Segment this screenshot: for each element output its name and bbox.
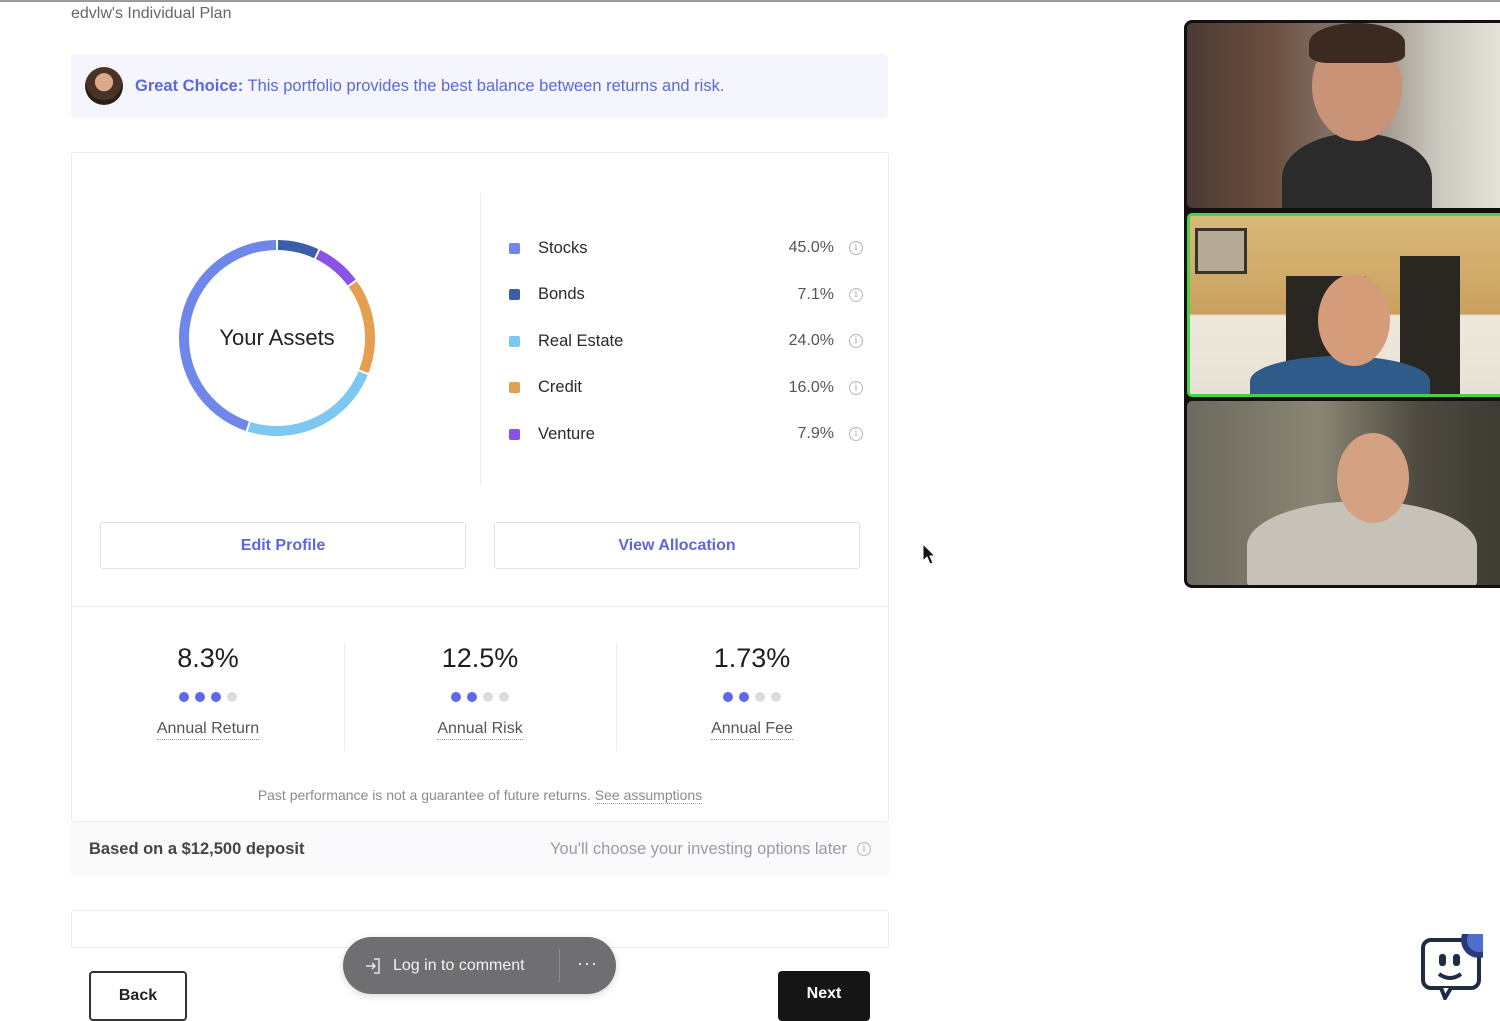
- toolbar-separator: [559, 949, 560, 982]
- level-dot-filled: [195, 692, 205, 702]
- donut-center-label: Your Assets: [219, 325, 335, 350]
- disclaimer-text: Past performance is not a guarantee of f…: [257, 787, 595, 803]
- info-icon[interactable]: i: [849, 287, 863, 302]
- level-dot-empty: [499, 692, 509, 702]
- edit-profile-button[interactable]: Edit Profile: [100, 522, 466, 569]
- advisor-banner: Great Choice: This portfolio provides th…: [71, 54, 888, 118]
- banner-strong: Great Choice:: [135, 76, 244, 95]
- level-dot-filled: [467, 692, 477, 702]
- legend-percent: 7.1%: [797, 285, 834, 303]
- view-allocation-button[interactable]: View Allocation: [494, 522, 860, 569]
- top-divider: [0, 0, 1500, 2]
- info-icon[interactable]: i: [849, 334, 863, 349]
- legend-name: Bonds: [538, 285, 585, 304]
- stat-level-dots: [72, 692, 344, 704]
- participant-face: [1318, 274, 1390, 366]
- level-dot-empty: [771, 692, 781, 702]
- back-button[interactable]: Back: [89, 971, 187, 1021]
- swatch-stocks: [509, 242, 520, 254]
- info-icon[interactable]: i: [857, 842, 871, 856]
- legend-name: Real Estate: [538, 331, 624, 350]
- level-dot-filled: [723, 692, 733, 702]
- comment-toolbar[interactable]: Log in to comment ···: [343, 937, 616, 994]
- investing-options-text: You'll choose your investing options lat…: [550, 839, 847, 858]
- legend-name: Stocks: [538, 238, 588, 257]
- deposit-amount-text: Based on a $12,500 deposit: [89, 839, 305, 858]
- participant-hair: [1309, 23, 1405, 63]
- swatch-real-estate: [509, 335, 520, 347]
- banner-message: Great Choice: This portfolio provides th…: [135, 77, 724, 96]
- stat-annual-fee: 1.73% Annual Fee: [616, 643, 888, 740]
- info-icon[interactable]: i: [849, 380, 863, 395]
- stat-level-dots: [344, 692, 616, 704]
- advisor-avatar: [85, 67, 123, 105]
- stat-label[interactable]: Annual Fee: [711, 720, 793, 740]
- swatch-venture: [509, 428, 520, 440]
- login-icon: [366, 957, 380, 974]
- level-dot-filled: [739, 692, 749, 702]
- stat-label[interactable]: Annual Return: [156, 720, 260, 740]
- performance-disclaimer: Past performance is not a guarantee of f…: [72, 787, 888, 804]
- legend-name: Credit: [538, 378, 583, 397]
- swatch-credit: [509, 382, 520, 394]
- log-in-to-comment-label[interactable]: Log in to comment: [393, 957, 525, 975]
- info-icon[interactable]: i: [849, 427, 863, 442]
- horizontal-divider: [72, 606, 888, 607]
- level-dot-empty: [755, 692, 765, 702]
- more-options-icon[interactable]: ···: [577, 953, 598, 974]
- stat-annual-risk: 12.5% Annual Risk: [344, 643, 616, 740]
- vertical-divider: [480, 193, 481, 485]
- legend-row-venture: Venture 7.9% i: [508, 411, 863, 458]
- participant-face: [1337, 433, 1409, 523]
- allocation-legend: Stocks 45.0% i Bonds 7.1% i Real Estate …: [508, 225, 863, 458]
- investing-options-note: You'll choose your investing options lat…: [550, 840, 871, 859]
- deposit-bar: Based on a $12,500 deposit You'll choose…: [71, 822, 889, 876]
- banner-text: This portfolio provides the best balance…: [243, 76, 725, 95]
- plan-title: edvlw's Individual Plan: [71, 5, 232, 22]
- legend-row-bonds: Bonds 7.1% i: [508, 272, 863, 319]
- stat-value: 12.5%: [441, 643, 519, 673]
- legend-percent: 45.0%: [788, 239, 834, 257]
- legend-row-real-estate: Real Estate 24.0% i: [508, 318, 863, 365]
- see-assumptions-link[interactable]: See assumptions: [594, 787, 703, 804]
- stat-annual-return: 8.3% Annual Return: [72, 643, 344, 740]
- info-icon[interactable]: i: [849, 241, 863, 256]
- participant-silhouette: [1282, 133, 1432, 208]
- participant-video-1[interactable]: [1187, 23, 1500, 208]
- level-dot-filled: [451, 692, 461, 702]
- level-dot-filled: [211, 692, 221, 702]
- swatch-bonds: [509, 289, 520, 301]
- legend-percent: 24.0%: [788, 332, 834, 350]
- legend-percent: 16.0%: [788, 378, 834, 396]
- wall-picture: [1195, 228, 1247, 274]
- level-dot-empty: [227, 692, 237, 702]
- participant-video-3[interactable]: [1187, 401, 1500, 585]
- stat-level-dots: [616, 692, 888, 704]
- legend-row-credit: Credit 16.0% i: [508, 365, 863, 412]
- legend-row-stocks: Stocks 45.0% i: [508, 225, 863, 272]
- stat-label[interactable]: Annual Risk: [437, 720, 523, 740]
- stat-value: 8.3%: [177, 643, 239, 673]
- level-dot-filled: [179, 692, 189, 702]
- stat-value: 1.73%: [713, 643, 791, 673]
- video-call-panel: [1184, 20, 1500, 588]
- allocation-donut: Your Assets: [172, 233, 382, 443]
- participant-video-2-active-speaker[interactable]: [1187, 213, 1500, 397]
- legend-name: Venture: [538, 424, 595, 443]
- next-button[interactable]: Next: [778, 971, 870, 1021]
- legend-percent: 7.9%: [797, 425, 834, 443]
- chat-help-widget-icon[interactable]: [1421, 934, 1483, 1000]
- level-dot-empty: [483, 692, 493, 702]
- portfolio-card: Your Assets Stocks 45.0% i Bonds 7.1% i …: [71, 152, 889, 822]
- mouse-cursor-icon: [922, 543, 937, 565]
